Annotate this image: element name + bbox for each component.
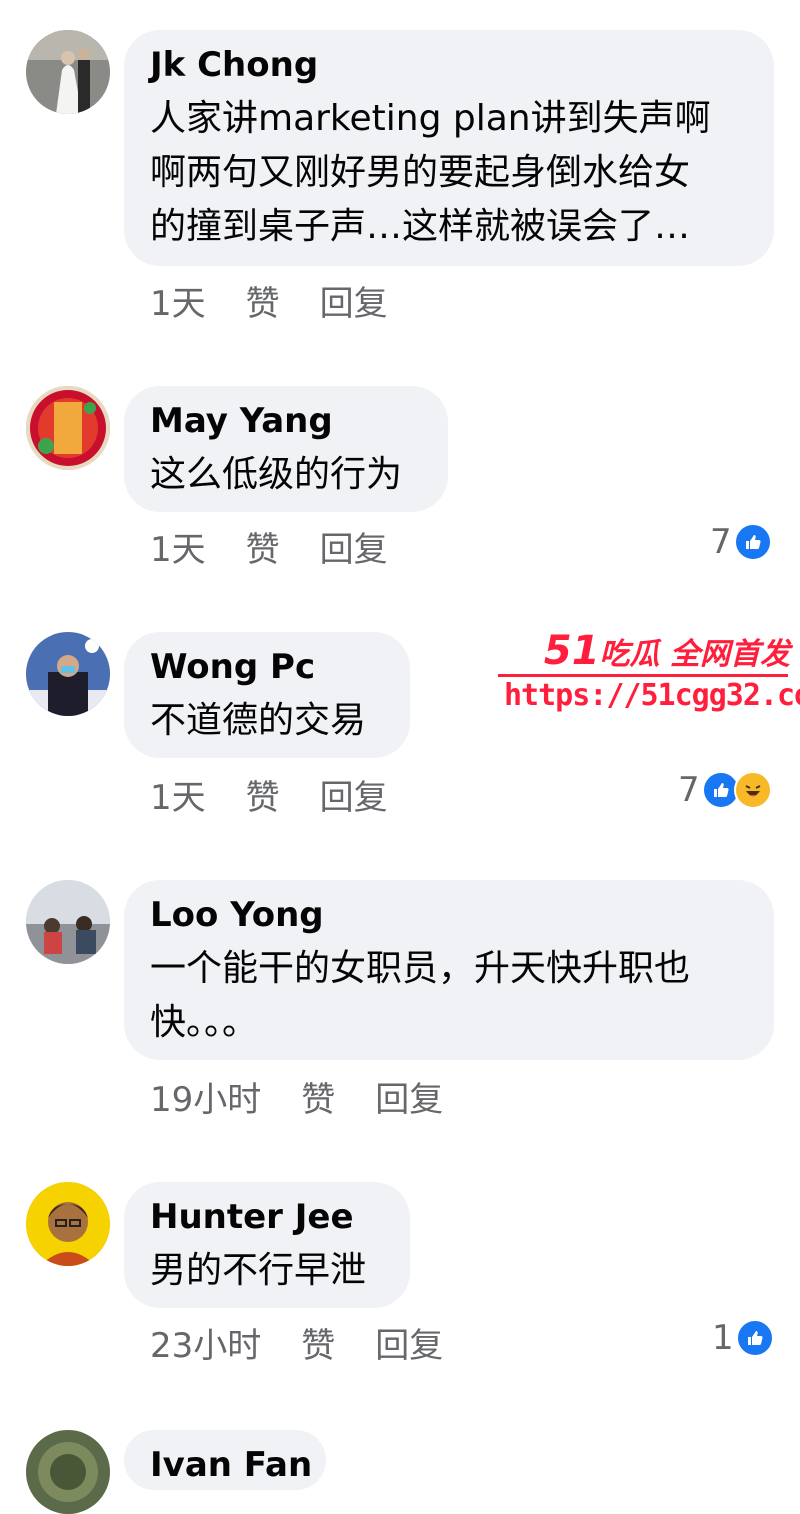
comment-bubble: Jk Chong 人家讲marketing plan讲到失声啊 啊两句又刚好男的… [124, 30, 774, 266]
comment-actions: 23小时 赞 回复 [150, 1326, 443, 1366]
comment-actions: 19小时 赞 回复 [150, 1080, 443, 1120]
commenter-name[interactable]: Hunter Jee [150, 1194, 384, 1240]
comment-time: 1天 [150, 778, 206, 818]
like-button[interactable]: 赞 [301, 1326, 335, 1366]
thumbs-up-icon [735, 1319, 774, 1357]
comment-time: 1天 [150, 530, 206, 570]
comment-bubble: Hunter Jee 男的不行早泄 [124, 1182, 410, 1308]
comment-actions: 1天 赞 回复 [150, 284, 388, 324]
comment-text: 一个能干的女职员，升天快升职也 快。。。 [150, 948, 691, 1043]
comment-time: 1天 [150, 284, 206, 324]
comment-bubble: Wong Pc 不道德的交易 [124, 632, 410, 758]
comment-bubble: Loo Yong 一个能干的女职员，升天快升职也 快。。。 [124, 880, 774, 1060]
avatar[interactable] [26, 386, 110, 470]
watermark: 51吃瓜 全网首发 https://51cgg32.com [498, 628, 800, 724]
comment-actions: 1天 赞 回复 [150, 530, 388, 570]
comment-text: 这么低级的行为 [150, 454, 403, 495]
avatar[interactable] [26, 1182, 110, 1266]
watermark-brand: 51吃瓜 全网首发 [543, 628, 790, 674]
like-button[interactable]: 赞 [301, 1080, 335, 1120]
reply-button[interactable]: 回复 [375, 1080, 443, 1120]
comment-actions: 1天 赞 回复 [150, 778, 388, 818]
comment-text: 不道德的交易 [150, 700, 367, 741]
like-button[interactable]: 赞 [246, 284, 280, 324]
reaction-number: 1 [712, 1318, 734, 1358]
reaction-number: 7 [678, 770, 700, 810]
reply-button[interactable]: 回复 [320, 284, 388, 324]
commenter-name[interactable]: Wong Pc [150, 644, 384, 690]
watermark-divider [498, 674, 788, 677]
like-button[interactable]: 赞 [246, 530, 280, 570]
reaction-count[interactable]: 7 [710, 522, 772, 562]
commenter-name[interactable]: Ivan Fan [150, 1442, 312, 1488]
reply-button[interactable]: 回复 [320, 530, 388, 570]
reaction-number: 7 [710, 522, 732, 562]
commenter-name[interactable]: Loo Yong [150, 892, 748, 938]
avatar[interactable] [26, 880, 110, 964]
comment-bubble: Ivan Fan [124, 1430, 326, 1490]
comment-text: 男的不行早泄 [150, 1250, 367, 1291]
reaction-count[interactable]: 7 [678, 770, 772, 810]
comment-bubble: May Yang 这么低级的行为 [124, 386, 448, 512]
comment-time: 23小时 [150, 1326, 262, 1366]
commenter-name[interactable]: Jk Chong [150, 42, 748, 88]
comment-text: 人家讲marketing plan讲到失声啊 啊两句又刚好男的要起身倒水给女 的… [150, 98, 711, 247]
reply-button[interactable]: 回复 [320, 778, 388, 818]
reaction-count[interactable]: 1 [712, 1318, 774, 1358]
thumbs-up-icon [733, 523, 772, 561]
avatar[interactable] [26, 1430, 110, 1514]
commenter-name[interactable]: May Yang [150, 398, 422, 444]
reply-button[interactable]: 回复 [375, 1326, 443, 1366]
comment-time: 19小时 [150, 1080, 262, 1120]
avatar[interactable] [26, 632, 110, 716]
avatar[interactable] [26, 30, 110, 114]
watermark-url: https://51cgg32.com [504, 678, 800, 713]
like-button[interactable]: 赞 [246, 778, 280, 818]
haha-icon [733, 771, 772, 809]
